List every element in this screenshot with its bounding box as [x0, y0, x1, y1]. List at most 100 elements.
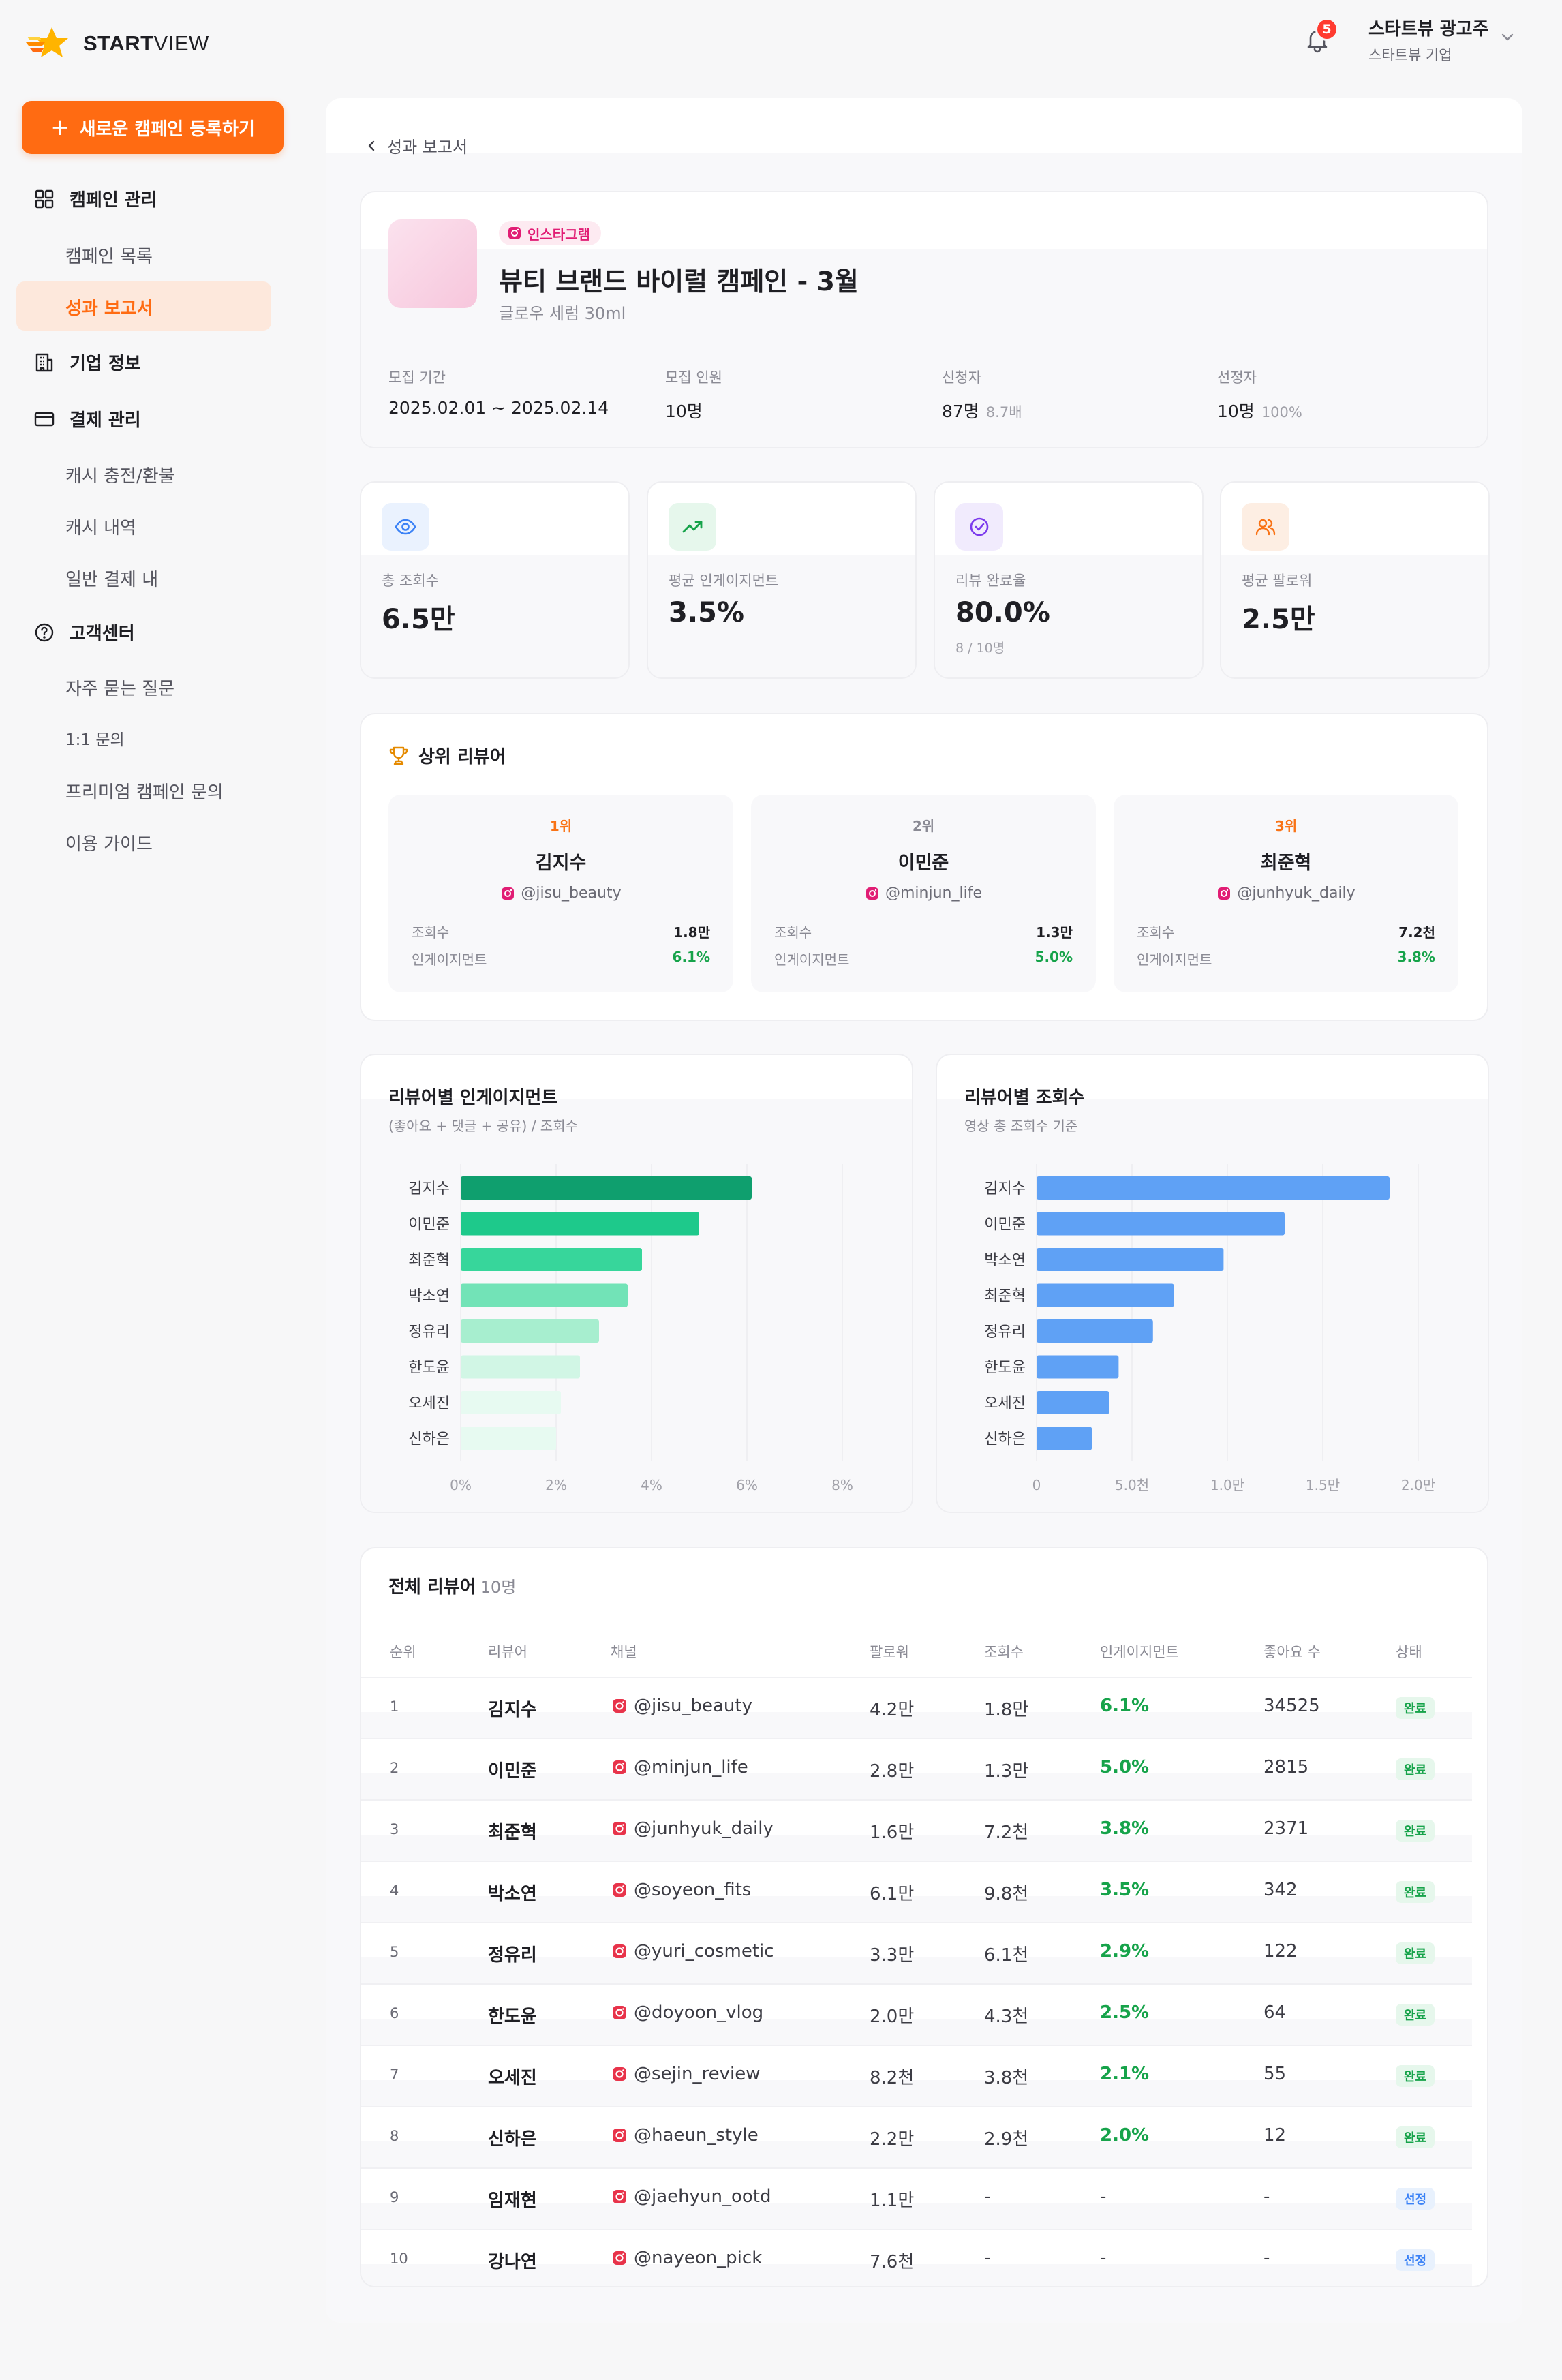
- channel-handle: @nayeon_pick: [634, 2248, 763, 2268]
- meta-value: 87명: [942, 401, 979, 421]
- cell-followers: 8.2천: [870, 2068, 915, 2088]
- top-reviewer-card-1[interactable]: 1위 김지수 @jisu_beauty 조회수 1.8만 인게이지먼트 6.1%: [388, 795, 733, 992]
- table-row[interactable]: 9 임재현 @jaehyun_ootd 1.1만 - - - 선정: [361, 2167, 1472, 2229]
- nav-item-premium-inquiry[interactable]: 프리미엄 캠페인 문의: [65, 778, 224, 804]
- y-category-label: 정유리: [408, 1324, 450, 1341]
- bar-6[interactable]: [461, 1391, 561, 1414]
- col-header-channel[interactable]: 채널: [611, 1641, 637, 1662]
- reviewer-views: 1.3만: [1036, 924, 1073, 941]
- section-title-label: 상위 리뷰어: [418, 747, 506, 767]
- bar-6[interactable]: [1037, 1391, 1109, 1414]
- cell-reviewer: 정유리: [488, 1945, 537, 1966]
- nav-group-payment[interactable]: 결제 관리: [33, 406, 141, 431]
- cell-channel[interactable]: @junhyuk_daily: [611, 1818, 774, 1839]
- bar-5[interactable]: [461, 1355, 580, 1379]
- table-row[interactable]: 1 김지수 @jisu_beauty 4.2만 1.8만 6.1% 34525 완료: [361, 1677, 1472, 1738]
- nav-item-guide[interactable]: 이용 가이드: [65, 830, 153, 855]
- bar-2[interactable]: [461, 1248, 642, 1271]
- bar-1[interactable]: [1037, 1212, 1285, 1236]
- y-category-label: 박소연: [408, 1288, 450, 1305]
- top-reviewer-card-3[interactable]: 3위 최준혁 @junhyuk_daily 조회수 7.2천 인게이지먼트 3.8%: [1114, 795, 1458, 992]
- users-icon: [1255, 519, 1276, 536]
- table-row[interactable]: 10 강나연 @nayeon_pick 7.6천 - - - 선정: [361, 2229, 1472, 2286]
- nav-item-cash-history[interactable]: 캐시 내역: [65, 514, 136, 539]
- bar-4[interactable]: [1037, 1319, 1153, 1343]
- cell-channel[interactable]: @minjun_life: [611, 1757, 748, 1778]
- col-header-followers[interactable]: 팔로워: [870, 1641, 909, 1662]
- cell-channel[interactable]: @jaehyun_ootd: [611, 2186, 771, 2207]
- views-chart-card: 리뷰어별 조회수 영상 총 조회수 기준 0 5.0천 1.0만 1.5만 2.0만 김지…: [936, 1054, 1489, 1513]
- cell-engagement: 5.0%: [1100, 1757, 1150, 1778]
- nav-item-inquiry[interactable]: 1:1 문의: [65, 727, 125, 750]
- cell-rank: 3: [390, 1821, 399, 1837]
- cell-rank: 6: [390, 2005, 399, 2022]
- nav-item-general-payment[interactable]: 일반 결제 내: [65, 566, 158, 591]
- bar-7[interactable]: [461, 1427, 556, 1450]
- table-row[interactable]: 2 이민준 @minjun_life 2.8만 1.3만 5.0% 2815 완료: [361, 1738, 1472, 1799]
- bar-1[interactable]: [461, 1212, 699, 1236]
- reviewer-handle-text: @junhyuk_daily: [1237, 885, 1356, 902]
- chevron-down-icon[interactable]: [1498, 27, 1517, 46]
- cell-channel[interactable]: @sejin_review: [611, 2064, 760, 2084]
- cell-channel[interactable]: @doyoon_vlog: [611, 2002, 763, 2023]
- cell-channel[interactable]: @nayeon_pick: [611, 2248, 762, 2268]
- col-header-rank[interactable]: 순위: [390, 1641, 416, 1662]
- col-header-reviewer[interactable]: 리뷰어: [488, 1641, 527, 1662]
- eye-icon: [395, 519, 416, 535]
- stat-label: 리뷰 완료율: [955, 573, 1026, 589]
- nav-group-support[interactable]: 고객센터: [33, 620, 135, 645]
- instagram-icon: [502, 887, 515, 900]
- col-header-status[interactable]: 상태: [1396, 1641, 1422, 1662]
- col-header-likes[interactable]: 좋아요 수: [1264, 1641, 1321, 1662]
- x-tick-label: 2.0만: [1401, 1477, 1435, 1493]
- cell-channel[interactable]: @haeun_style: [611, 2125, 759, 2146]
- reviewer-handle: @minjun_life: [751, 885, 1096, 902]
- table-row[interactable]: 3 최준혁 @junhyuk_daily 1.6만 7.2천 3.8% 2371 완료: [361, 1799, 1472, 1861]
- bar-3[interactable]: [461, 1283, 628, 1307]
- nav-group-company[interactable]: 기업 정보: [33, 350, 141, 375]
- top-reviewers-card: 상위 리뷰어 1위 김지수 @jisu_beauty 조회수 1.8만 인게이지먼…: [360, 713, 1488, 1021]
- bar-3[interactable]: [1037, 1283, 1174, 1307]
- cell-rank: 5: [390, 1944, 399, 1960]
- star-logo-icon: [26, 27, 68, 57]
- cell-reviewer: 오세진: [488, 2068, 537, 2088]
- nav-group-campaign[interactable]: 캠페인 관리: [33, 186, 157, 211]
- nav-item-campaign-list[interactable]: 캠페인 목록: [65, 243, 153, 268]
- views-bar-chart: 0 5.0천 1.0만 1.5만 2.0만 김지수이민준박소연최준혁정유리한도윤오세진신하…: [984, 1164, 1435, 1493]
- table-row[interactable]: 6 한도윤 @doyoon_vlog 2.0만 4.3천 2.5% 64 완료: [361, 1983, 1472, 2045]
- table-row[interactable]: 7 오세진 @sejin_review 8.2천 3.8천 2.1% 55 완료: [361, 2045, 1472, 2106]
- bar-0[interactable]: [1037, 1176, 1390, 1200]
- nav-item-cash-charge[interactable]: 캐시 충전/환불: [65, 462, 175, 487]
- status-badge: 완료: [1396, 1758, 1435, 1780]
- new-campaign-button[interactable]: + 새로운 캠페인 등록하기: [22, 101, 284, 154]
- cell-followers: 7.6천: [870, 2252, 915, 2272]
- col-header-engagement[interactable]: 인게이지먼트: [1100, 1641, 1179, 1662]
- table-row[interactable]: 8 신하은 @haeun_style 2.2만 2.9천 2.0% 12 완료: [361, 2106, 1472, 2167]
- brand-logo[interactable]: STARTVIEW: [25, 25, 209, 63]
- bar-7[interactable]: [1037, 1427, 1092, 1450]
- trending-up-icon: [682, 521, 703, 533]
- top-reviewer-card-2[interactable]: 2위 이민준 @minjun_life 조회수 1.3만 인게이지먼트 5.0%: [751, 795, 1096, 992]
- reviewer-handle-text: @minjun_life: [885, 885, 982, 902]
- table-row[interactable]: 5 정유리 @yuri_cosmetic 3.3만 6.1천 2.9% 122 완료: [361, 1922, 1472, 1983]
- cell-channel[interactable]: @soyeon_fits: [611, 1880, 751, 1900]
- table-row[interactable]: 4 박소연 @soyeon_fits 6.1만 9.8천 3.5% 342 완료: [361, 1861, 1472, 1922]
- bar-5[interactable]: [1037, 1355, 1119, 1379]
- nav-item-faq[interactable]: 자주 묻는 질문: [65, 675, 174, 700]
- col-header-views[interactable]: 조회수: [984, 1641, 1024, 1662]
- reviewer-handle: @junhyuk_daily: [1114, 885, 1458, 902]
- breadcrumb[interactable]: 성과 보고서: [364, 134, 468, 157]
- bar-0[interactable]: [461, 1176, 752, 1200]
- status-badge: 완료: [1396, 1942, 1435, 1964]
- bar-2[interactable]: [1037, 1248, 1224, 1271]
- cell-channel[interactable]: @yuri_cosmetic: [611, 1941, 774, 1962]
- cell-followers: 2.2만: [870, 2129, 915, 2150]
- cell-channel[interactable]: @jisu_beauty: [611, 1696, 752, 1716]
- reviewer-rank: 1위: [549, 818, 572, 834]
- nav-item-performance-report[interactable]: 성과 보고서: [65, 294, 153, 320]
- cell-rank: 9: [390, 2189, 399, 2206]
- reviewer-engagement: 6.1%: [672, 949, 710, 965]
- channel-handle: @junhyuk_daily: [634, 1818, 774, 1839]
- bar-4[interactable]: [461, 1319, 599, 1343]
- user-menu[interactable]: 스타트뷰 광고주 스타트뷰 기업: [1368, 15, 1489, 65]
